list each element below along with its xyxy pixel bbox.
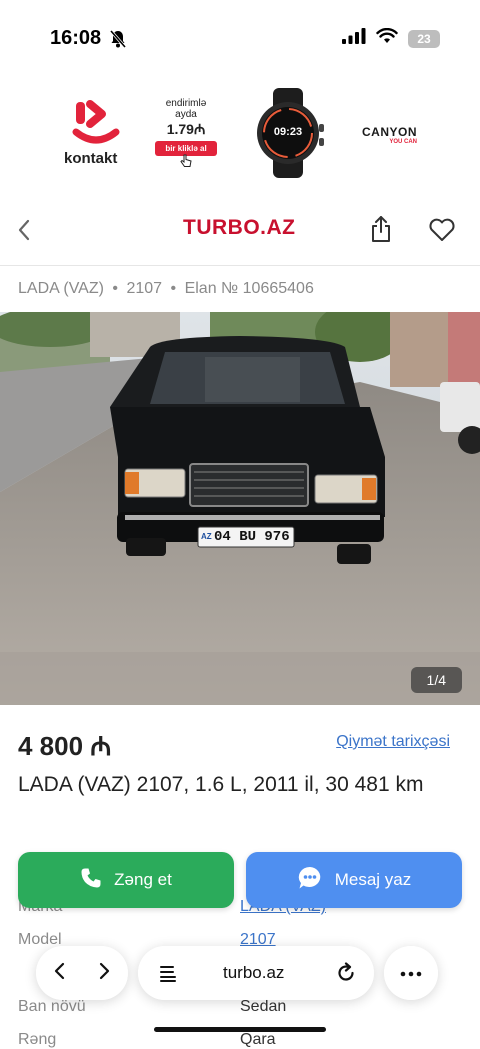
browser-back-icon[interactable]: [52, 961, 66, 986]
photo-counter: 1/4: [410, 667, 462, 693]
car-photo[interactable]: AZ 04 BU 976 1/4: [0, 312, 480, 705]
plate-country: AZ: [201, 532, 212, 541]
browser-history-controls: [36, 946, 128, 1000]
ad-brand-name: kontakt: [64, 150, 118, 167]
ad-promo-price: 1.79₼: [166, 121, 206, 137]
url-text[interactable]: turbo.az: [223, 963, 284, 983]
browser-more-button[interactable]: [384, 946, 438, 1000]
ad-banner[interactable]: kontakt endirimlə ayda 1.79₼ bir kliklə …: [0, 80, 480, 190]
smartwatch-image: 09:23: [253, 88, 325, 178]
browser-forward-icon[interactable]: [98, 961, 112, 986]
browser-address-bar[interactable]: turbo.az: [138, 946, 374, 1000]
license-plate: 04 BU 976: [214, 529, 290, 545]
back-arrow-icon[interactable]: [16, 218, 32, 247]
call-button-label: Zəng et: [114, 870, 172, 889]
breadcrumb-make[interactable]: LADA (VAZ): [18, 280, 104, 297]
app-header: TURBO.AZ: [0, 200, 480, 260]
chat-bubble-icon: [297, 865, 323, 896]
message-button[interactable]: Mesaj yaz: [246, 852, 462, 908]
price-history-link[interactable]: Qiymət tarixçəsi: [336, 733, 450, 751]
home-indicator: [154, 1027, 326, 1032]
spec-label: Rəng: [18, 1031, 57, 1048]
call-button[interactable]: Zəng et: [18, 852, 234, 908]
listing-title: LADA (VAZ) 2107, 1.6 L, 2011 il, 30 481 …: [18, 773, 424, 796]
spec-value: Sedan: [240, 998, 287, 1015]
listing-price: 4 800 ₼: [18, 731, 112, 761]
kontakt-logo-icon: [70, 100, 126, 153]
breadcrumb-listing-id: Elan № 10665406: [184, 280, 314, 297]
more-dots-icon: [400, 964, 422, 982]
ad-partner-name: CANYON: [362, 125, 418, 139]
ad-promo-line2: ayda: [175, 109, 197, 120]
breadcrumb-separator: •: [170, 280, 177, 297]
ad-partner-tagline: YOU CAN: [389, 139, 418, 145]
breadcrumb: LADA (VAZ) • 2107 • Elan № 10665406: [18, 280, 318, 298]
share-icon[interactable]: [370, 215, 392, 248]
reload-icon[interactable]: [335, 962, 357, 989]
reader-mode-icon[interactable]: [158, 963, 178, 988]
mute-bell-icon: [109, 30, 127, 53]
spec-label: Ban növü: [18, 998, 86, 1015]
turbo-logo[interactable]: TURBO.AZ: [183, 216, 296, 240]
phone-icon: [80, 867, 102, 894]
breadcrumb-model[interactable]: 2107: [126, 280, 162, 297]
pointer-hand-icon: [180, 154, 192, 173]
breadcrumb-separator: •: [112, 280, 119, 297]
message-button-label: Mesaj yaz: [334, 870, 412, 889]
watch-time: 09:23: [273, 126, 303, 138]
signal-icon: [342, 28, 366, 49]
status-time: 16:08: [50, 27, 102, 49]
status-icons: 23: [342, 27, 440, 49]
wifi-icon: [376, 27, 398, 49]
spec-value: Qara: [240, 1031, 276, 1048]
ad-promo: endirimlə ayda 1.79₼ bir kliklə al: [155, 98, 217, 156]
battery-indicator: 23: [408, 29, 440, 48]
ad-partner-logo: CANYON YOU CAN: [362, 125, 417, 145]
ad-promo-line1: endirimlə: [165, 98, 207, 109]
header-divider: [0, 265, 480, 266]
favorite-heart-icon[interactable]: [428, 218, 456, 247]
